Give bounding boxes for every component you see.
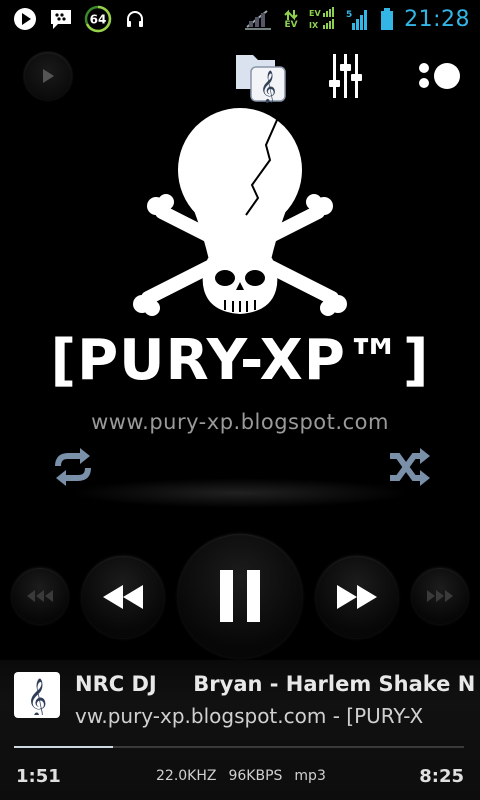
sample-rate: 22.0KHZ [156, 768, 217, 784]
fast-forward-button[interactable] [316, 556, 398, 638]
music-library-button[interactable]: 𝄞 [232, 48, 290, 104]
ev-label: EV [284, 19, 298, 30]
status-bar: 64 EV EV IX 5 21:28 [0, 0, 480, 38]
pause-icon [220, 570, 260, 622]
play-small-icon [43, 69, 54, 83]
logo-url: www.pury-xp.blogspot.com [91, 410, 389, 434]
rewind-icon [103, 585, 143, 609]
headphones-icon [122, 6, 148, 32]
album-artwork: [PURY-XP™] www.pury-xp.blogspot.com [40, 100, 440, 450]
skull-bulb-logo [133, 108, 347, 316]
seek-bar-fill [14, 746, 113, 748]
no-signal-icon [243, 6, 273, 32]
music-folder-icon: 𝄞 [236, 55, 286, 103]
rewind-button[interactable] [82, 556, 164, 638]
seek-bar[interactable] [14, 746, 464, 748]
track-subtitle: vw.pury-xp.blogspot.com - [PURY-X [75, 704, 424, 728]
ev-signal-icon: EV IX [309, 6, 337, 32]
clock: 21:28 [404, 6, 470, 32]
fast-forward-icon [337, 585, 377, 609]
svg-text:IX: IX [309, 21, 319, 30]
total-time: 8:25 [419, 766, 464, 787]
battery-icon [379, 6, 395, 32]
battery-badge-icon[interactable]: 64 [84, 5, 112, 33]
now-playing-bar: 𝄞 NRC DJ Bryan - Harlem Shake New vw.pur… [0, 660, 480, 800]
options-dots-icon [419, 63, 460, 89]
equalizer-button[interactable] [324, 50, 370, 102]
data-arrows-icon: EV [282, 6, 300, 32]
elapsed-time: 1:51 [16, 766, 61, 787]
skip-forward-button[interactable] [412, 568, 468, 624]
shuffle-icon [390, 448, 430, 486]
options-button[interactable] [412, 54, 466, 98]
treble-clef-icon: 𝄞 [27, 678, 47, 715]
logo-text: [PURY-XP™] [50, 328, 430, 393]
bbm-chat-icon[interactable] [48, 6, 74, 32]
pause-button[interactable] [178, 534, 302, 658]
svg-text:EV: EV [309, 9, 321, 18]
shuffle-button[interactable] [386, 444, 432, 490]
bitrate: 96KBPS [228, 768, 283, 784]
mini-play-button[interactable] [24, 52, 72, 100]
play-notification-icon[interactable] [12, 6, 38, 32]
track-art-icon[interactable]: 𝄞 [14, 672, 60, 718]
signal-bars-icon: 5 [346, 6, 370, 32]
svg-text:𝄞: 𝄞 [27, 678, 47, 715]
equalizer-icon [329, 54, 362, 98]
track-title: NRC DJ Bryan - Harlem Shake New [75, 672, 475, 696]
skip-back-icon [27, 590, 53, 602]
repeat-shuffle-row [0, 440, 480, 492]
svg-text:𝄞: 𝄞 [260, 70, 277, 103]
repeat-button[interactable] [50, 444, 96, 490]
skip-forward-icon [427, 590, 453, 602]
format: mp3 [294, 768, 326, 784]
top-toolbar: 𝄞 [0, 44, 480, 104]
signal-type: 5 [346, 10, 352, 20]
repeat-icon [55, 448, 91, 486]
badge-number: 64 [90, 13, 107, 27]
transport-controls [0, 530, 480, 660]
skip-back-button[interactable] [12, 568, 68, 624]
track-meta: 22.0KHZ 96KBPS mp3 [156, 768, 326, 784]
